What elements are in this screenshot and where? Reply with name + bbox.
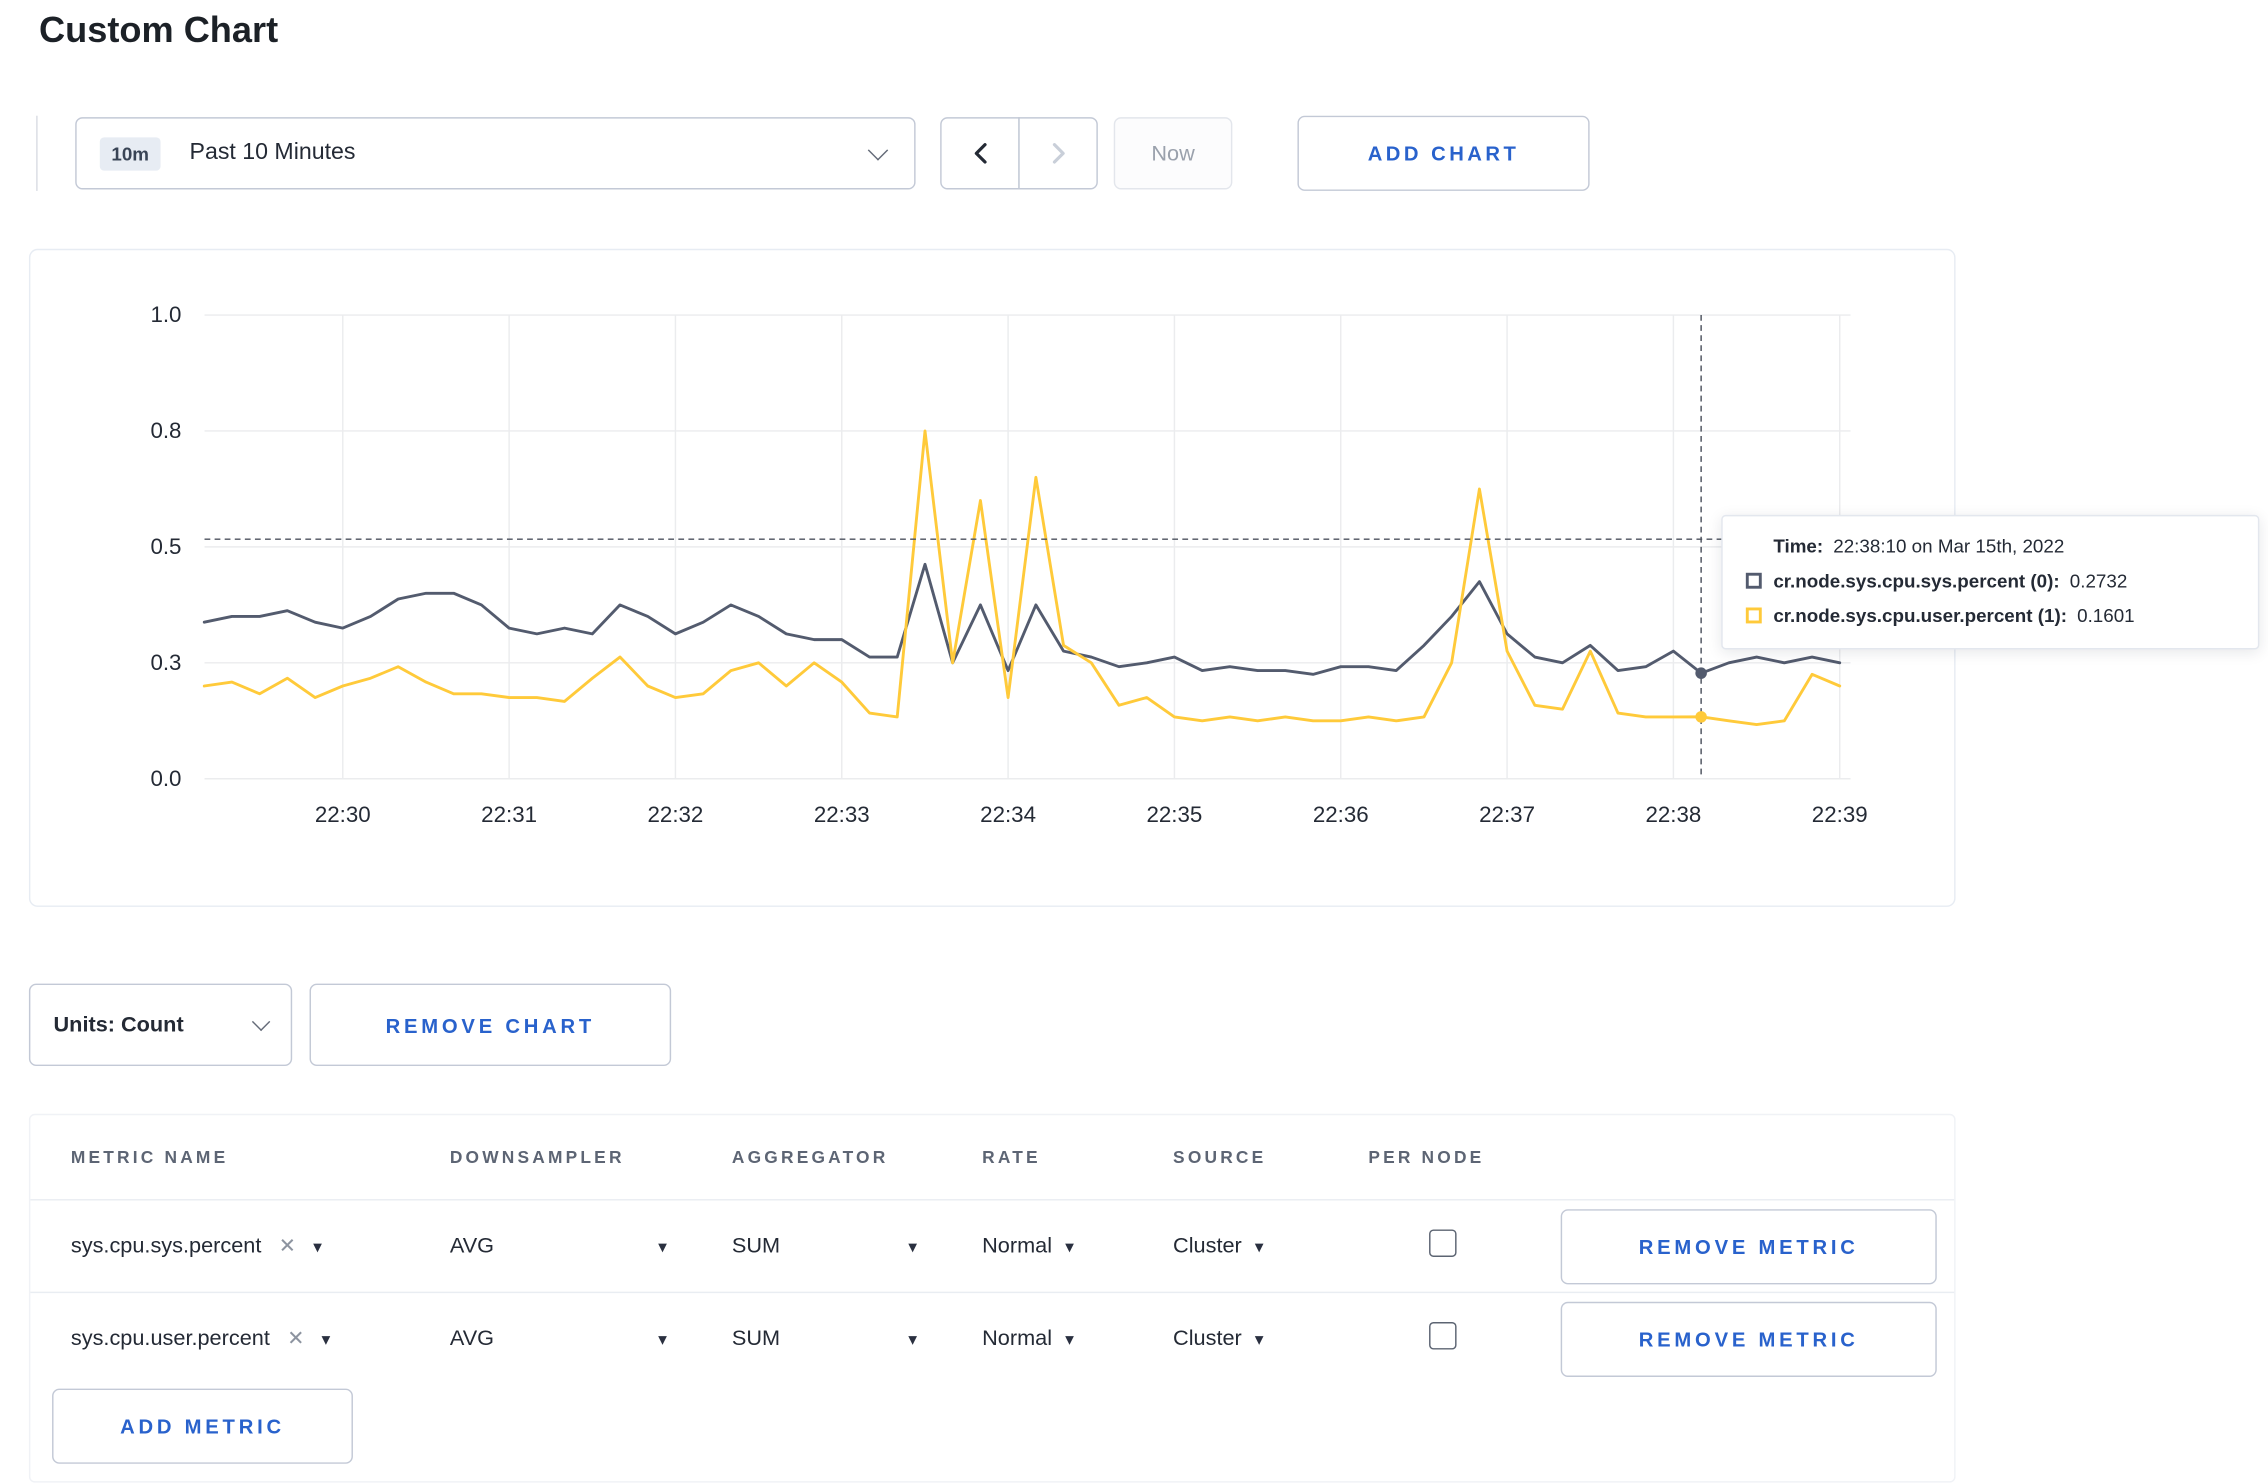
per-node-checkbox[interactable] <box>1429 1228 1457 1257</box>
svg-text:0.5: 0.5 <box>150 534 181 559</box>
units-select[interactable]: Units: Count <box>28 983 293 1067</box>
units-label: Units: Count <box>53 1012 184 1038</box>
tooltip-series-value: 0.2732 <box>2069 569 2128 592</box>
metrics-chart-plot[interactable]: 1.0 0.8 0.5 0.3 0.0 22:30 22:31 22:32 22:33 22:34… <box>30 250 1954 905</box>
remove-metric-button[interactable]: REMOVE METRIC <box>1560 1208 1937 1284</box>
source-value: Cluster <box>1173 1326 1242 1351</box>
caret-down-icon: ▾ <box>658 1328 667 1349</box>
svg-text:0.3: 0.3 <box>150 650 181 675</box>
metrics-table: METRIC NAME DOWNSAMPLER AGGREGATOR RATE … <box>28 1113 1956 1483</box>
per-node-checkbox[interactable] <box>1429 1321 1457 1349</box>
clear-metric-icon[interactable]: ✕ <box>287 1326 304 1351</box>
metric-name: sys.cpu.user.percent <box>70 1326 270 1351</box>
caret-down-icon: ▾ <box>321 1328 331 1349</box>
tooltip-time-key: Time: <box>1773 535 1824 557</box>
col-rate: RATE <box>982 1147 1041 1168</box>
rate-value: Normal <box>982 1326 1053 1351</box>
svg-text:22:36: 22:36 <box>1313 802 1369 827</box>
svg-text:22:38: 22:38 <box>1645 802 1701 827</box>
svg-text:22:34: 22:34 <box>980 802 1036 827</box>
svg-text:0.0: 0.0 <box>150 766 181 791</box>
svg-text:22:32: 22:32 <box>648 802 704 827</box>
aggregator-select[interactable]: SUM ▾ <box>732 1234 917 1259</box>
caret-down-icon: ▾ <box>1254 1235 1264 1257</box>
chart-card: 1.0 0.8 0.5 0.3 0.0 22:30 22:31 22:32 22:33 22:34… <box>28 248 1956 907</box>
aggregator-select[interactable]: SUM ▾ <box>732 1326 917 1351</box>
page-title: Custom Chart <box>39 10 279 51</box>
tooltip-series-label: cr.node.sys.cpu.user.percent (1): <box>1773 604 2067 627</box>
col-source: SOURCE <box>1173 1147 1267 1168</box>
tooltip-time-row: Time: 22:38:10 on Mar 15th, 2022 <box>1746 535 2235 557</box>
time-range-select[interactable]: 10m Past 10 Minutes <box>75 117 916 190</box>
tooltip-series-value: 0.1601 <box>2077 604 2135 627</box>
custom-chart-page: Custom Chart 10m Past 10 Minutes Now ADD… <box>0 0 2268 1483</box>
metric-name-select[interactable]: sys.cpu.user.percent ✕ ▾ <box>71 1326 450 1351</box>
metrics-table-footer: ADD METRIC <box>30 1384 1954 1481</box>
rate-value: Normal <box>982 1233 1053 1259</box>
source-select[interactable]: Cluster ▾ <box>1173 1234 1368 1259</box>
series-user-swatch-icon <box>1745 607 1762 624</box>
chevron-left-icon <box>974 143 986 164</box>
caret-down-icon: ▾ <box>908 1235 918 1257</box>
tooltip-series-label: cr.node.sys.cpu.sys.percent (0): <box>1773 569 2060 592</box>
chart-tooltip: Time: 22:38:10 on Mar 15th, 2022 cr.node… <box>1721 514 2260 650</box>
downsampler-select[interactable]: AVG ▾ <box>450 1234 667 1259</box>
downsampler-value: AVG <box>449 1326 495 1351</box>
aggregator-value: SUM <box>731 1326 781 1351</box>
next-range-button[interactable] <box>1018 117 1098 190</box>
caret-down-icon: ▾ <box>908 1328 918 1349</box>
source-value: Cluster <box>1173 1233 1242 1259</box>
toolbar: 10m Past 10 Minutes Now ADD CHART <box>0 115 2268 191</box>
metric-row: sys.cpu.user.percent ✕ ▾ AVG ▾ SUM ▾ Nor… <box>30 1291 1955 1385</box>
col-aggregator: AGGREGATOR <box>731 1147 889 1168</box>
col-metric-name: METRIC NAME <box>70 1147 229 1168</box>
svg-text:22:33: 22:33 <box>814 802 870 827</box>
col-downsampler: DOWNSAMPLER <box>449 1147 625 1168</box>
time-range-label: Past 10 Minutes <box>189 140 356 165</box>
svg-text:22:37: 22:37 <box>1479 802 1535 827</box>
remove-metric-button[interactable]: REMOVE METRIC <box>1560 1301 1937 1377</box>
col-per-node: PER NODE <box>1368 1147 1485 1168</box>
time-range-badge: 10m <box>99 136 161 170</box>
metrics-table-header: METRIC NAME DOWNSAMPLER AGGREGATOR RATE … <box>30 1115 1954 1199</box>
metric-row: sys.cpu.sys.percent ✕ ▾ AVG ▾ SUM ▾ Norm… <box>30 1199 1955 1292</box>
caret-down-icon: ▾ <box>313 1235 322 1257</box>
caret-down-icon: ▾ <box>1065 1235 1074 1257</box>
caret-down-icon: ▾ <box>1065 1328 1074 1349</box>
tooltip-series-row: cr.node.sys.cpu.user.percent (1): 0.1601 <box>1745 604 2235 627</box>
chevron-right-icon <box>1052 143 1064 164</box>
series-sys-swatch-icon <box>1745 572 1762 589</box>
metric-name: sys.cpu.sys.percent <box>70 1233 262 1259</box>
chevron-down-icon <box>867 139 889 160</box>
tooltip-time-value: 22:38:10 on Mar 15th, 2022 <box>1833 535 2065 557</box>
downsampler-value: AVG <box>449 1233 495 1259</box>
svg-text:22:30: 22:30 <box>315 802 371 827</box>
caret-down-icon: ▾ <box>658 1235 667 1257</box>
downsampler-select[interactable]: AVG ▾ <box>450 1326 667 1351</box>
svg-text:0.8: 0.8 <box>150 418 181 443</box>
clear-metric-icon[interactable]: ✕ <box>279 1234 296 1259</box>
time-range-pager <box>940 117 1098 190</box>
rate-select[interactable]: Normal ▾ <box>982 1234 1173 1259</box>
add-chart-button[interactable]: ADD CHART <box>1297 115 1590 191</box>
prev-range-button[interactable] <box>940 117 1020 190</box>
chevron-down-icon <box>251 1011 271 1031</box>
toolbar-divider <box>36 115 38 191</box>
now-button[interactable]: Now <box>1113 117 1233 190</box>
add-metric-button[interactable]: ADD METRIC <box>52 1388 353 1464</box>
svg-text:1.0: 1.0 <box>150 302 181 327</box>
rate-select[interactable]: Normal ▾ <box>982 1326 1173 1351</box>
tooltip-series-row: cr.node.sys.cpu.sys.percent (0): 0.2732 <box>1745 569 2235 592</box>
metric-name-select[interactable]: sys.cpu.sys.percent ✕ ▾ <box>71 1234 450 1259</box>
svg-text:22:31: 22:31 <box>481 802 537 827</box>
remove-chart-button[interactable]: REMOVE CHART <box>309 983 672 1067</box>
svg-text:22:35: 22:35 <box>1146 802 1202 827</box>
source-select[interactable]: Cluster ▾ <box>1173 1326 1368 1351</box>
svg-text:22:39: 22:39 <box>1812 802 1868 827</box>
caret-down-icon: ▾ <box>1254 1328 1264 1349</box>
aggregator-value: SUM <box>731 1233 781 1259</box>
